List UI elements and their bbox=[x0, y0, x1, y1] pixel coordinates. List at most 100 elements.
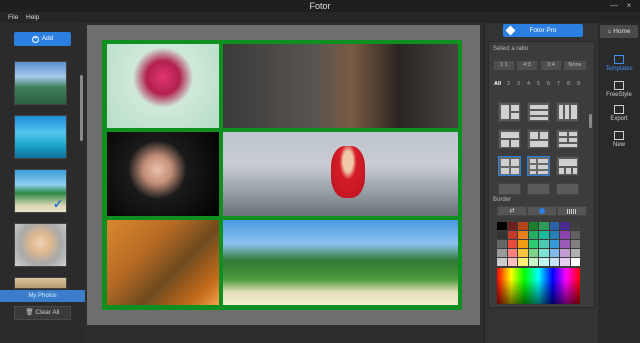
color-swatch[interactable] bbox=[507, 249, 517, 257]
color-swatch[interactable] bbox=[549, 258, 559, 266]
color-swatch[interactable] bbox=[539, 231, 549, 239]
photo-thumbnail[interactable]: ✓ bbox=[14, 169, 67, 213]
ratio-4-3[interactable]: 4:3 bbox=[517, 61, 537, 70]
color-swatch[interactable] bbox=[539, 222, 549, 230]
color-swatch[interactable] bbox=[549, 222, 559, 230]
add-photo-button[interactable]: + Add bbox=[14, 32, 71, 46]
layout-template[interactable] bbox=[527, 129, 550, 149]
menu-help[interactable]: Help bbox=[26, 14, 39, 21]
fotor-pro-button[interactable]: Fotor Pro bbox=[503, 24, 583, 37]
checkmark-icon: ✓ bbox=[52, 197, 63, 211]
color-swatch[interactable] bbox=[549, 240, 559, 248]
color-swatch[interactable] bbox=[528, 249, 538, 257]
collage-cell-flower[interactable] bbox=[107, 44, 219, 128]
color-swatch[interactable] bbox=[539, 249, 549, 257]
color-swatch[interactable] bbox=[570, 258, 580, 266]
ratio-3-4[interactable]: 3:4 bbox=[541, 61, 561, 70]
color-swatch[interactable] bbox=[570, 231, 580, 239]
color-swatch[interactable] bbox=[518, 240, 528, 248]
color-swatch[interactable] bbox=[570, 240, 580, 248]
add-button-label: Add bbox=[41, 35, 54, 42]
border-color-button[interactable] bbox=[527, 206, 557, 216]
color-swatch[interactable] bbox=[507, 222, 517, 230]
count-tab-9[interactable]: 9 bbox=[577, 81, 580, 87]
canvas-area bbox=[85, 23, 484, 343]
nav-export[interactable]: Export bbox=[598, 105, 640, 122]
layout-template[interactable] bbox=[556, 183, 579, 195]
layout-template[interactable] bbox=[498, 102, 521, 122]
color-swatch[interactable] bbox=[539, 240, 549, 248]
color-swatch[interactable] bbox=[497, 222, 507, 230]
collage-cell-pier[interactable] bbox=[223, 132, 458, 216]
count-tab-2[interactable]: 2 bbox=[507, 81, 510, 87]
border-pattern-button[interactable] bbox=[557, 206, 587, 216]
count-tab-6[interactable]: 6 bbox=[547, 81, 550, 87]
color-swatch[interactable] bbox=[528, 222, 538, 230]
color-spectrum-picker[interactable] bbox=[497, 268, 580, 304]
templates-scrollbar[interactable] bbox=[589, 114, 592, 128]
layout-template[interactable] bbox=[556, 102, 579, 122]
clear-all-label: Clear All bbox=[35, 309, 60, 316]
nav-templates[interactable]: Templates bbox=[598, 55, 640, 72]
color-swatch[interactable] bbox=[560, 231, 570, 239]
color-swatch[interactable] bbox=[518, 222, 528, 230]
color-swatch[interactable] bbox=[518, 231, 528, 239]
collage-cell-beach[interactable] bbox=[223, 220, 458, 305]
clear-all-button[interactable]: 🗑 Clear All bbox=[14, 306, 71, 320]
count-tab-all[interactable]: All bbox=[494, 81, 501, 87]
photo-library-panel: + Add ✓ My Photos 🗑 Clear All bbox=[0, 23, 85, 343]
collage-cell-portrait[interactable] bbox=[223, 44, 458, 128]
color-swatch[interactable] bbox=[560, 222, 570, 230]
color-swatch[interactable] bbox=[570, 249, 580, 257]
color-swatch[interactable] bbox=[539, 258, 549, 266]
color-swatch[interactable] bbox=[549, 249, 559, 257]
close-button[interactable]: × bbox=[624, 1, 634, 10]
color-swatch[interactable] bbox=[497, 240, 507, 248]
photo-thumbnail[interactable] bbox=[14, 277, 67, 289]
color-swatch[interactable] bbox=[560, 240, 570, 248]
count-tab-5[interactable]: 5 bbox=[537, 81, 540, 87]
count-tab-7[interactable]: 7 bbox=[557, 81, 560, 87]
color-swatch[interactable] bbox=[560, 258, 570, 266]
nav-freestyle[interactable]: FreeStyle bbox=[598, 81, 640, 98]
color-swatch[interactable] bbox=[507, 240, 517, 248]
photo-thumbnail[interactable] bbox=[14, 223, 67, 267]
layout-template-selected[interactable] bbox=[527, 156, 550, 176]
thumbnail-scrollbar[interactable] bbox=[80, 75, 83, 141]
color-swatch[interactable] bbox=[528, 231, 538, 239]
color-swatch[interactable] bbox=[528, 240, 538, 248]
count-tab-3[interactable]: 3 bbox=[517, 81, 520, 87]
layout-template[interactable] bbox=[556, 129, 579, 149]
color-swatch[interactable] bbox=[570, 222, 580, 230]
nav-new[interactable]: New bbox=[598, 131, 640, 148]
color-swatch[interactable] bbox=[497, 231, 507, 239]
count-tab-8[interactable]: 8 bbox=[567, 81, 570, 87]
border-adjust-button[interactable]: ⇄ bbox=[497, 206, 527, 216]
color-swatch[interactable] bbox=[549, 231, 559, 239]
photo-thumbnail[interactable] bbox=[14, 115, 67, 159]
color-swatch[interactable] bbox=[497, 258, 507, 266]
collage-cell-dark-portrait[interactable] bbox=[107, 132, 219, 216]
count-tab-4[interactable]: 4 bbox=[527, 81, 530, 87]
menu-file[interactable]: File bbox=[8, 14, 18, 21]
minimize-button[interactable]: — bbox=[609, 1, 619, 10]
color-swatch[interactable] bbox=[518, 249, 528, 257]
layout-template[interactable] bbox=[498, 156, 521, 176]
layout-template[interactable] bbox=[498, 129, 521, 149]
home-button[interactable]: ⌂ Home bbox=[600, 25, 638, 38]
collage-cell-sunset[interactable] bbox=[107, 220, 219, 305]
photo-thumbnail[interactable] bbox=[14, 61, 67, 105]
color-swatch[interactable] bbox=[497, 249, 507, 257]
layout-template[interactable] bbox=[527, 102, 550, 122]
layout-template[interactable] bbox=[498, 183, 521, 195]
layout-template[interactable] bbox=[527, 183, 550, 195]
color-swatch[interactable] bbox=[518, 258, 528, 266]
color-swatch[interactable] bbox=[528, 258, 538, 266]
ratio-none[interactable]: None bbox=[564, 61, 586, 70]
color-swatch[interactable] bbox=[560, 249, 570, 257]
color-swatch[interactable] bbox=[507, 258, 517, 266]
ratio-1-1[interactable]: 1:1 bbox=[494, 61, 514, 70]
color-swatch[interactable] bbox=[507, 231, 517, 239]
layout-template[interactable] bbox=[556, 156, 579, 176]
my-photos-tab[interactable]: My Photos bbox=[0, 290, 85, 302]
